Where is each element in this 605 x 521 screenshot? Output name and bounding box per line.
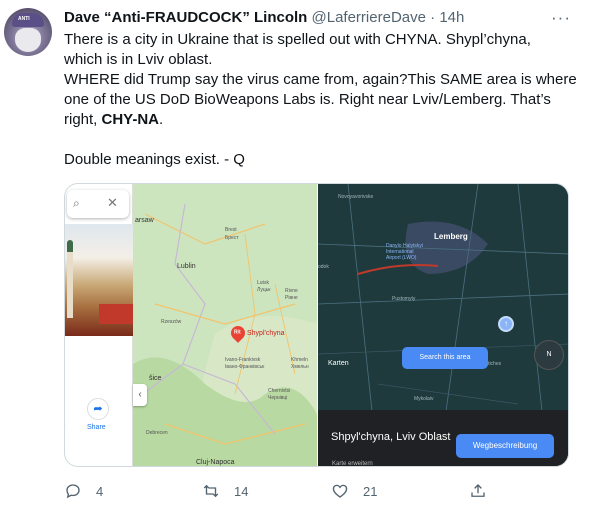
map-label-khmeln-cyr: Хмельн xyxy=(291,364,309,370)
tweet-line-4: one of the US DoD BioWeapons Labs is. Ri… xyxy=(64,91,551,108)
expand-map-link[interactable]: Karte erweitern xyxy=(332,461,373,466)
header-separator: · xyxy=(430,9,436,26)
author-avatar[interactable]: ANTI xyxy=(4,8,52,56)
dark-map-screenshot[interactable]: Novoyavorivske Lemberg Danylo Halytskyi … xyxy=(318,184,568,466)
chy-na-bold: CHY-NA xyxy=(101,111,160,128)
place-photo[interactable] xyxy=(65,224,133,336)
map-label-debrecen: Debrecen xyxy=(146,430,168,436)
avatar-beard xyxy=(15,28,41,52)
directions-button[interactable]: Wegbeschreibung xyxy=(456,434,554,458)
tweet-line-3: WHERE did Trump say the virus came from,… xyxy=(64,71,577,88)
share-icon[interactable]: ➦ xyxy=(87,398,109,420)
place-card-title: Shpyl'chyna, Lviv Oblast xyxy=(331,431,451,443)
map-label-rivne: Rivne xyxy=(285,288,298,294)
map-label-lublin: Lublin xyxy=(177,263,196,270)
map-label-lutsk-cyr: Луцьк xyxy=(257,287,271,293)
tweet-blank-line xyxy=(64,130,584,150)
retweet-icon xyxy=(203,484,219,498)
map-label-shyplchyna: Shypl'chyna xyxy=(247,330,285,337)
map-label-khmeln: Khmeln xyxy=(291,357,308,363)
line5-prefix: right, xyxy=(64,111,102,128)
place-card: Shpyl'chyna, Lviv Oblast Wegbeschreibung… xyxy=(318,410,568,466)
line5-suffix: . xyxy=(159,111,164,128)
map-search-box[interactable]: ⌕ ✕ xyxy=(67,190,129,218)
like-button[interactable]: 21 xyxy=(331,481,377,501)
share-label[interactable]: Share xyxy=(87,424,106,431)
more-horizontal-icon[interactable]: ··· xyxy=(551,8,571,28)
place-panel: ⌕ ✕ ➦ ur Share xyxy=(65,184,133,466)
map-label-brest-cyr: Брест xyxy=(225,235,239,241)
tweet-line-1: There is a city in Ukraine that is spell… xyxy=(64,31,531,48)
avatar-cap-text: ANTI xyxy=(18,16,30,22)
map-label-gorodok: odok xyxy=(318,264,329,270)
map-label-karten: Karten xyxy=(328,360,349,367)
map-label-chernivtsi-cyr: Чернівці xyxy=(268,395,288,401)
share-tweet-button[interactable] xyxy=(469,481,501,501)
map-label-warsaw: arsaw xyxy=(135,217,154,224)
collapse-panel-arrow-icon[interactable]: ‹ xyxy=(133,384,147,406)
share-upload-icon xyxy=(471,484,485,497)
tweet-line-5: right, CHY-NA. xyxy=(64,110,584,130)
map-label-airport: Danylo Halytskyi International Airport (… xyxy=(386,243,423,261)
map-label-rivne-cyr: Рівне xyxy=(285,295,298,301)
map-label-novoyavorivske: Novoyavorivske xyxy=(338,194,374,200)
tweet-signoff: Double meanings exist. - Q xyxy=(64,151,245,168)
tweet-line-2: which is in Lviv oblast. xyxy=(64,51,213,68)
reply-count: 4 xyxy=(96,483,104,499)
map-label-ivano-cyr: Івано-Франківськ xyxy=(225,364,265,370)
author-handle[interactable]: @LaferriereDave xyxy=(312,9,426,26)
map-label-rzeszow: Rzeszów xyxy=(161,319,182,325)
map-label-lutsk: Lutsk xyxy=(257,280,269,286)
map-label-pustomyty: Pustomyty xyxy=(392,296,416,302)
map-label-mykolaiv: Mykolaiv xyxy=(414,396,434,402)
tweet-media[interactable]: arsaw Brest Брест Lublin Lutsk Луцьк Riv… xyxy=(64,183,569,467)
map-label-cluj: Cluj-Napoca xyxy=(196,459,235,466)
search-icon[interactable]: ⌕ xyxy=(73,196,80,211)
author-name[interactable]: Dave “Anti-FRAUDCOCK” Lincoln xyxy=(64,9,307,26)
tweet-actions: 4 14 21 xyxy=(64,481,504,501)
photo-roof xyxy=(99,304,133,324)
tweet-header: Dave “Anti-FRAUDCOCK” Lincoln @Laferrier… xyxy=(64,9,464,27)
like-count: 21 xyxy=(363,483,378,499)
map-pin-label: Rit xyxy=(233,329,241,336)
google-map-screenshot[interactable]: arsaw Brest Брест Lublin Lutsk Луцьк Riv… xyxy=(65,184,317,466)
map-label-kosice: šice xyxy=(149,375,162,382)
retweet-count: 14 xyxy=(234,483,249,499)
map-label-ivano: Ivano-Frankivsk xyxy=(225,357,261,363)
retweet-button[interactable]: 14 xyxy=(202,481,248,501)
search-this-area-button[interactable]: Search this area xyxy=(402,347,488,369)
compass-icon[interactable]: N xyxy=(534,340,564,370)
photo-tower xyxy=(67,240,73,318)
map-label-lemberg: Lemberg xyxy=(434,232,468,241)
close-icon[interactable]: ✕ xyxy=(107,195,118,211)
tweet-timestamp[interactable]: 14h xyxy=(439,9,464,26)
map-label-chernivtsi: Chernivtsi xyxy=(268,388,291,394)
tweet-text: There is a city in Ukraine that is spell… xyxy=(64,30,584,170)
reply-icon xyxy=(66,484,80,499)
heart-icon xyxy=(332,484,348,498)
map-label-brest: Brest xyxy=(225,227,237,233)
location-marker-icon[interactable]: ↑ xyxy=(498,316,514,332)
reply-button[interactable]: 4 xyxy=(64,481,103,501)
